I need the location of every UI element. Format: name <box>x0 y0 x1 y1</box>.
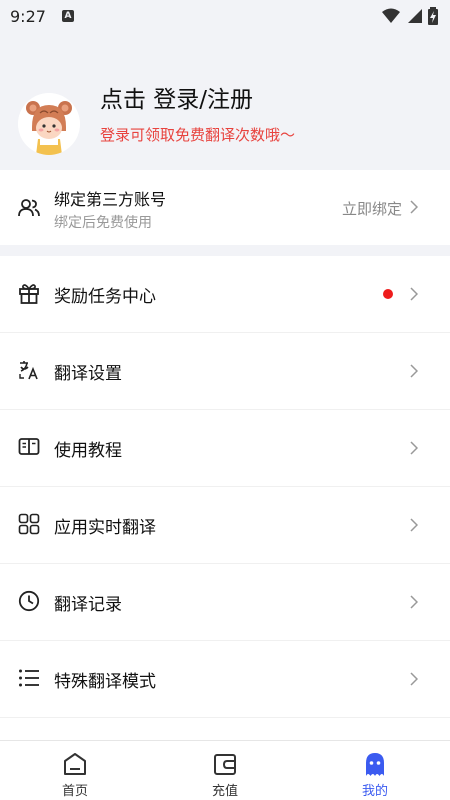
menu-item-label: 特殊翻译模式 <box>54 672 156 692</box>
wallet-icon <box>214 754 236 775</box>
bind-now-link[interactable]: 立即绑定 <box>342 198 402 219</box>
battery-charging-icon <box>428 7 438 25</box>
menu-item-special-translation-mode[interactable]: 特殊翻译模式 <box>0 641 450 718</box>
login-register-title[interactable]: 点击 登录/注册 <box>100 80 253 114</box>
notification-badge <box>383 289 393 299</box>
bind-account-subtitle: 绑定后免费使用 <box>54 215 152 231</box>
translate-icon <box>19 361 38 380</box>
bind-account-title: 绑定第三方账号 <box>54 190 167 209</box>
menu-item-label: 使用教程 <box>54 441 122 461</box>
menu-item-tutorial[interactable]: 使用教程 <box>0 410 450 487</box>
profile-icon <box>366 753 384 776</box>
tab-recharge[interactable]: 充值 <box>150 741 300 800</box>
status-icons <box>382 7 438 25</box>
clock-icon <box>18 590 40 612</box>
chevron-right-icon <box>410 672 418 686</box>
users-icon <box>18 199 40 217</box>
status-bar: 9:27 A <box>0 0 450 32</box>
menu-item-label: 翻译设置 <box>54 364 122 384</box>
bottom-tab-bar: 首页 充值 我的 <box>0 740 450 800</box>
tab-home[interactable]: 首页 <box>0 741 150 800</box>
tab-label: 我的 <box>361 784 388 799</box>
menu-item-reward-tasks[interactable]: 奖励任务中心 <box>0 256 450 333</box>
chevron-right-icon <box>410 287 418 301</box>
book-icon <box>18 438 40 455</box>
apps-grid-icon <box>18 513 40 535</box>
tab-label: 首页 <box>61 784 88 799</box>
wifi-icon <box>382 8 400 23</box>
menu-item-label: 应用实时翻译 <box>54 518 156 538</box>
bear-avatar-icon[interactable] <box>18 93 80 155</box>
menu-item-label: 奖励任务中心 <box>54 287 156 307</box>
menu-item-translation-history[interactable]: 翻译记录 <box>0 564 450 641</box>
chevron-right-icon <box>410 364 418 378</box>
chevron-right-icon <box>410 595 418 609</box>
settings-menu: 奖励任务中心 翻译设置 使用教程 应用实时翻译 翻译记录 特殊翻译模式 <box>0 256 450 740</box>
home-icon <box>64 753 86 775</box>
chevron-right-icon <box>410 518 418 532</box>
menu-item-realtime-app-translation[interactable]: 应用实时翻译 <box>0 487 450 564</box>
menu-item-label: 翻译记录 <box>54 595 122 615</box>
login-promo-text: 登录可领取免费翻译次数哦～ <box>100 126 296 144</box>
profile-header[interactable]: 点击 登录/注册 登录可领取免费翻译次数哦～ <box>0 80 450 170</box>
chevron-right-icon <box>410 200 418 214</box>
tab-label: 充值 <box>211 784 238 799</box>
bind-account-row[interactable]: 绑定第三方账号 绑定后免费使用 立即绑定 <box>0 170 450 245</box>
status-time: 9:27 <box>10 6 46 26</box>
keyboard-indicator-icon: A <box>61 10 74 22</box>
gift-icon <box>19 284 39 304</box>
signal-icon <box>408 9 422 23</box>
tab-mine[interactable]: 我的 <box>300 741 450 800</box>
menu-item-translation-settings[interactable]: 翻译设置 <box>0 333 450 410</box>
list-icon <box>19 669 39 687</box>
chevron-right-icon <box>410 441 418 455</box>
